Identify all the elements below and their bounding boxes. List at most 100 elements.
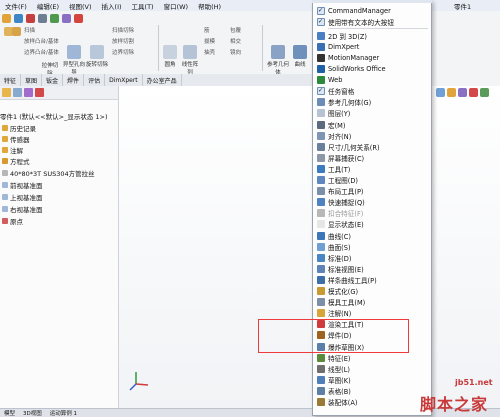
- loft-label[interactable]: 放样凸台/基体: [24, 37, 59, 45]
- context-menu-item[interactable]: 曲面(S): [312, 241, 432, 252]
- context-menu-item[interactable]: ✓ 任务窗格: [312, 86, 432, 97]
- context-menu-item[interactable]: MotionManager: [312, 52, 432, 63]
- property-manager-icon[interactable]: [13, 88, 22, 97]
- view-orientation-icon[interactable]: [458, 88, 467, 97]
- context-menu-item[interactable]: 表格(B): [312, 385, 432, 396]
- tree-item-label: 40*80*3T SUS304方管拉丝: [10, 170, 95, 178]
- context-menu-item[interactable]: DimXpert: [312, 41, 432, 52]
- tree-item-right-plane[interactable]: 右视基准面: [2, 204, 43, 214]
- context-menu-item[interactable]: ✓ CommandManager: [312, 5, 432, 16]
- context-menu-item[interactable]: 扣合特征(F): [312, 208, 432, 219]
- menu-help[interactable]: 帮助(H): [193, 1, 226, 11]
- context-menu-item[interactable]: 模式化(G): [312, 286, 432, 297]
- tree-item-history[interactable]: 历史记录: [2, 123, 36, 133]
- sweep-cut-label[interactable]: 扫描切除: [112, 26, 134, 34]
- context-menu-item[interactable]: 标准(D): [312, 252, 432, 263]
- feature-tree-icon[interactable]: [2, 88, 11, 97]
- context-menu-item[interactable]: ✓ 使用带有文本的大按钮: [312, 16, 432, 27]
- toolbar-icon: [315, 186, 326, 196]
- open-icon[interactable]: [14, 14, 23, 23]
- revolve-boss-icon[interactable]: [12, 27, 21, 36]
- context-menu-item[interactable]: 快速捕捉(Q): [312, 197, 432, 208]
- scene-icon[interactable]: [480, 88, 489, 97]
- display-style-icon[interactable]: [469, 88, 478, 97]
- mirror-label[interactable]: 镜向: [230, 48, 241, 56]
- shell-label[interactable]: 抽壳: [204, 48, 215, 56]
- zoom-icon[interactable]: [436, 88, 445, 97]
- menu-window[interactable]: 窗口(W): [159, 1, 194, 11]
- reference-geometry-button[interactable]: 参考几何体: [266, 45, 290, 76]
- tab-weldments[interactable]: 焊件: [63, 74, 85, 86]
- context-menu-item[interactable]: 尺寸/几何关系(R): [312, 141, 432, 152]
- context-menu-item[interactable]: 特征(E): [312, 352, 432, 363]
- context-menu-item[interactable]: 模具工具(M): [312, 297, 432, 308]
- revolve-cut-button[interactable]: 旋转切除: [86, 45, 108, 68]
- options-icon[interactable]: [38, 14, 47, 23]
- tab-sketch[interactable]: 草图: [21, 74, 43, 86]
- context-menu-item[interactable]: 参考几何体(G): [312, 97, 432, 108]
- wrap-label[interactable]: 包覆: [230, 26, 241, 34]
- appearance-icon[interactable]: [62, 14, 71, 23]
- graphics-area[interactable]: [119, 86, 500, 408]
- context-menu-item[interactable]: 曲线(C): [312, 230, 432, 241]
- tab-sheet-metal[interactable]: 钣金: [42, 74, 64, 86]
- menu-edit[interactable]: 编辑(E): [32, 1, 64, 11]
- display-manager-icon[interactable]: [35, 88, 44, 97]
- select-icon[interactable]: [50, 14, 59, 23]
- tree-item-material[interactable]: 40*80*3T SUS304方管拉丝: [2, 168, 95, 178]
- tree-item-front-plane[interactable]: 前视基准面: [2, 180, 43, 190]
- boundary-label[interactable]: 边界凸台/基体: [24, 48, 59, 56]
- context-menu-item[interactable]: 布局工具(P): [312, 186, 432, 197]
- context-menu-item[interactable]: 对齐(N): [312, 130, 432, 141]
- rebuild-icon[interactable]: [26, 14, 35, 23]
- context-menu-item-label: 样条曲线工具(P): [328, 276, 377, 285]
- tree-item-origin[interactable]: 原点: [2, 216, 23, 226]
- curves-button[interactable]: 曲线: [290, 45, 310, 68]
- section-view-icon[interactable]: [447, 88, 456, 97]
- toolbar-icon: [315, 386, 326, 396]
- context-menu-item[interactable]: 宏(M): [312, 119, 432, 130]
- toolbar-icon: [315, 153, 326, 163]
- tab-office-products[interactable]: 办公室产品: [143, 74, 182, 86]
- configuration-manager-icon[interactable]: [24, 88, 33, 97]
- tree-item-annotations[interactable]: 注解: [2, 145, 23, 155]
- tree-root[interactable]: 零件1 (默认<<默认>_显示状态 1>): [0, 111, 108, 121]
- context-menu-item[interactable]: SolidWorks Office: [312, 64, 432, 75]
- tree-item-equations[interactable]: 方程式: [2, 156, 30, 166]
- context-menu-item[interactable]: 屏幕捕获(C): [312, 152, 432, 163]
- rib-label[interactable]: 筋: [204, 26, 210, 34]
- context-menu-item[interactable]: 注解(N): [312, 308, 432, 319]
- menu-tools[interactable]: 工具(T): [127, 1, 159, 11]
- boundary-cut-label[interactable]: 边界切除: [112, 48, 134, 56]
- toolbar-icon: [315, 397, 326, 407]
- context-menu-item[interactable]: 装配体(A): [312, 397, 432, 408]
- hole-wizard-button[interactable]: 异型孔向导: [63, 45, 85, 76]
- tab-evaluate[interactable]: 评估: [84, 74, 106, 86]
- context-menu-item[interactable]: 图层(Y): [312, 108, 432, 119]
- annotation-icon: [2, 147, 8, 153]
- context-menu-item[interactable]: 显示状态(E): [312, 219, 432, 230]
- fillet-button[interactable]: 圆角: [160, 45, 180, 68]
- context-menu-item[interactable]: 工程图(D): [312, 175, 432, 186]
- context-menu-item[interactable]: 标准视图(E): [312, 263, 432, 274]
- tree-item-top-plane[interactable]: 上视基准面: [2, 192, 43, 202]
- draft-label[interactable]: 拔模: [204, 37, 215, 45]
- context-menu-item[interactable]: 工具(T): [312, 163, 432, 174]
- tree-item-sensors[interactable]: 传感器: [2, 134, 30, 144]
- linear-pattern-button[interactable]: 线性阵列: [180, 45, 200, 76]
- context-menu-item[interactable]: 2D 到 3D(Z): [312, 30, 432, 41]
- menu-insert[interactable]: 插入(I): [97, 1, 127, 11]
- menu-view[interactable]: 视图(V): [64, 1, 97, 11]
- context-menu-item[interactable]: 样条曲线工具(P): [312, 274, 432, 285]
- context-menu-item[interactable]: 线型(L): [312, 363, 432, 374]
- context-menu-item[interactable]: Web: [312, 75, 432, 86]
- tab-dimxpert[interactable]: DimXpert: [105, 74, 143, 86]
- new-icon[interactable]: [2, 14, 11, 23]
- menu-file[interactable]: 文件(F): [0, 1, 32, 11]
- sweep-label[interactable]: 扫描: [24, 26, 35, 34]
- tab-features[interactable]: 特征: [0, 74, 22, 86]
- intersect-label[interactable]: 相交: [230, 37, 241, 45]
- context-menu-item[interactable]: 草图(K): [312, 374, 432, 385]
- loft-cut-label[interactable]: 放样切割: [112, 37, 134, 45]
- render-icon[interactable]: [74, 14, 83, 23]
